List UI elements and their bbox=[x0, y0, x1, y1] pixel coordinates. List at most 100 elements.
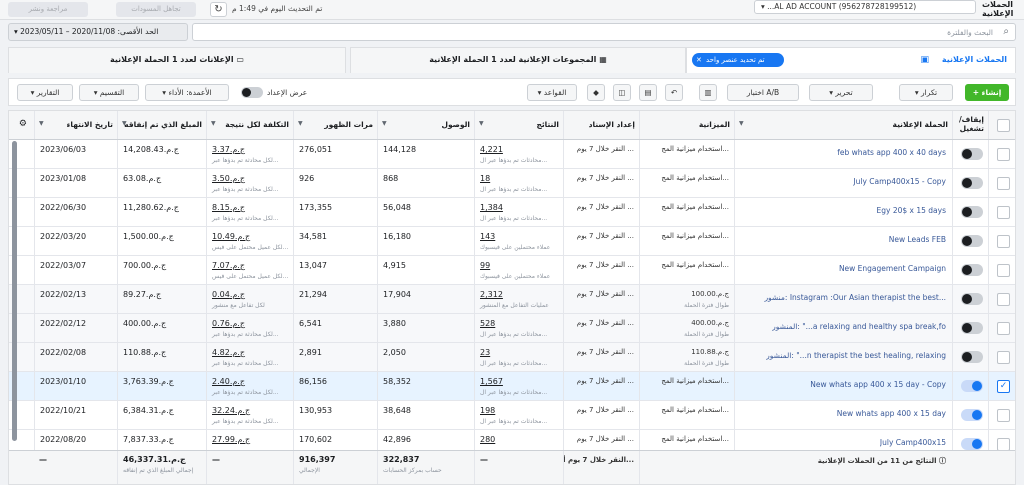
search-input[interactable]: البحث والفلترة ⌕ bbox=[192, 23, 1016, 41]
spent-value[interactable]: ج.م.7,837.33 bbox=[123, 435, 174, 444]
ad-account-selector[interactable]: ▾ ...AL AD ACCOUNT (956278728199512) bbox=[754, 0, 976, 14]
create-button[interactable]: + إنشاء bbox=[965, 84, 1009, 101]
reach-value[interactable]: 58,352 bbox=[383, 377, 411, 386]
campaign-toggle[interactable] bbox=[961, 409, 983, 421]
reach-value[interactable]: 42,896 bbox=[383, 435, 411, 444]
cpr-value[interactable]: ج.م.7.07 bbox=[212, 261, 245, 270]
ends-value[interactable]: 2022/10/21 bbox=[40, 406, 86, 415]
reach-value[interactable]: 3,880 bbox=[383, 319, 406, 328]
campaign-toggle[interactable] bbox=[961, 264, 983, 276]
campaign-name-link[interactable]: Egy 20$ x 15 days bbox=[877, 206, 946, 215]
campaign-toggle[interactable] bbox=[961, 235, 983, 247]
results-value[interactable]: 143 bbox=[480, 232, 495, 241]
ends-value[interactable]: 2023/01/10 bbox=[40, 377, 86, 386]
spent-value[interactable]: ج.م.3,763.39 bbox=[123, 377, 174, 386]
table-row[interactable]: 2022/10/21 ج.م.6,384.31 ج.م.32.24 لكل محادث… bbox=[9, 401, 1015, 430]
rules-button[interactable]: ▾ القواعد bbox=[527, 84, 577, 101]
cpr-value[interactable]: ج.م.32.24 bbox=[212, 406, 250, 415]
row-checkbox[interactable] bbox=[997, 177, 1010, 190]
discard-drafts-button[interactable]: تجاهل المسودات bbox=[116, 2, 196, 17]
header-reach[interactable]: ▼ الوصول bbox=[377, 111, 474, 139]
undo-icon[interactable]: ↶ bbox=[665, 84, 683, 101]
results-value[interactable]: 99 bbox=[480, 261, 490, 270]
results-value[interactable]: 1,567 bbox=[480, 377, 503, 386]
impr-value[interactable]: 6,541 bbox=[299, 319, 322, 328]
header-campaign[interactable]: ▼ الحملة الإعلانية bbox=[734, 111, 952, 139]
campaign-toggle[interactable] bbox=[961, 380, 983, 392]
results-value[interactable]: 528 bbox=[480, 319, 495, 328]
delete-icon[interactable]: ▤ bbox=[639, 84, 657, 101]
review-publish-button[interactable]: مراجعة ونشر bbox=[8, 2, 88, 17]
campaign-name-link[interactable]: New Engagement Campaign bbox=[839, 264, 946, 273]
ends-value[interactable]: 2022/03/20 bbox=[40, 232, 86, 241]
cpr-value[interactable]: ج.م.27.99 bbox=[212, 435, 250, 444]
reach-value[interactable]: 17,904 bbox=[383, 290, 411, 299]
setup-view-toggle[interactable] bbox=[241, 87, 263, 98]
impr-value[interactable]: 170,602 bbox=[299, 435, 332, 444]
spent-value[interactable]: ج.م.700.00 bbox=[123, 261, 166, 270]
ends-value[interactable]: 2022/06/30 bbox=[40, 203, 86, 212]
spent-value[interactable]: ج.م.110.88 bbox=[123, 348, 166, 357]
impr-value[interactable]: 276,051 bbox=[299, 145, 332, 154]
table-row[interactable]: 2022/02/13 ج.م.89.27 ج.م.0.04 لكل تفاعل مع … bbox=[9, 285, 1015, 314]
campaign-toggle[interactable] bbox=[961, 148, 983, 160]
table-row[interactable]: 2022/02/08 ج.م.110.88 ج.م.4.82 لكل محادثة ت… bbox=[9, 343, 1015, 372]
ends-value[interactable]: 2022/02/08 bbox=[40, 348, 86, 357]
impr-value[interactable]: 2,891 bbox=[299, 348, 322, 357]
campaign-name-link[interactable]: المنشور: "...n therapist the best healin… bbox=[766, 351, 946, 360]
row-checkbox[interactable] bbox=[997, 322, 1010, 335]
row-checkbox[interactable]: ✓ bbox=[997, 380, 1010, 393]
close-icon[interactable]: ✕ bbox=[696, 53, 702, 67]
cpr-value[interactable]: ج.م.3.37 bbox=[212, 145, 245, 154]
table-row[interactable]: 2022/03/20 ج.م.1,500.00 ج.م.10.49 لكل عميل … bbox=[9, 227, 1015, 256]
duplicate-button[interactable]: ▾ تكرار bbox=[899, 84, 953, 101]
ends-value[interactable]: 2023/06/03 bbox=[40, 145, 86, 154]
header-toggle[interactable]: إيقاف/ تشغيل bbox=[952, 111, 988, 139]
impr-value[interactable]: 926 bbox=[299, 174, 314, 183]
header-budget[interactable]: الميزانية bbox=[639, 111, 734, 139]
cpr-value[interactable]: ج.م.10.49 bbox=[212, 232, 250, 241]
campaign-name-link[interactable]: New whats app 400 x 15 day - Copy bbox=[810, 380, 946, 389]
table-row[interactable]: 2022/02/12 ج.م.400.00 ج.م.0.76 لكل محادثة ت… bbox=[9, 314, 1015, 343]
campaign-toggle[interactable] bbox=[961, 322, 983, 334]
export-icon[interactable]: ▥ bbox=[699, 84, 717, 101]
results-value[interactable]: 18 bbox=[480, 174, 490, 183]
campaign-name-link[interactable]: New Leads FEB bbox=[889, 235, 946, 244]
header-ends[interactable]: ▼ تاريخ الانتهاء bbox=[34, 111, 117, 139]
table-row[interactable]: 2023/06/03 ج.م.14,208.43 ج.م.3.37 لكل محادث… bbox=[9, 140, 1015, 169]
campaign-toggle[interactable] bbox=[961, 438, 983, 450]
ends-value[interactable]: 2022/08/20 bbox=[40, 435, 86, 444]
reach-value[interactable]: 38,648 bbox=[383, 406, 411, 415]
cpr-value[interactable]: ج.م.0.76 bbox=[212, 319, 245, 328]
table-row[interactable]: 2022/03/07 ج.م.700.00 ج.م.7.07 لكل عميل محت… bbox=[9, 256, 1015, 285]
results-value[interactable]: 4,221 bbox=[480, 145, 503, 154]
row-checkbox[interactable] bbox=[997, 409, 1010, 422]
edit-button[interactable]: ▾ تحرير bbox=[809, 84, 873, 101]
row-checkbox[interactable] bbox=[997, 148, 1010, 161]
reach-value[interactable]: 56,048 bbox=[383, 203, 411, 212]
tag-icon[interactable]: ◆ bbox=[587, 84, 605, 101]
scrollbar[interactable] bbox=[12, 141, 17, 441]
reach-value[interactable]: 4,915 bbox=[383, 261, 406, 270]
reach-value[interactable]: 144,128 bbox=[383, 145, 416, 154]
row-checkbox[interactable] bbox=[997, 293, 1010, 306]
impr-value[interactable]: 130,953 bbox=[299, 406, 332, 415]
header-cost-per-result[interactable]: ▼ التكلفة لكل نتيجة bbox=[206, 111, 293, 139]
cpr-value[interactable]: ج.م.8.15 bbox=[212, 203, 245, 212]
select-all-checkbox[interactable] bbox=[997, 119, 1010, 132]
row-checkbox[interactable] bbox=[997, 351, 1010, 364]
refresh-icon[interactable]: ↻ bbox=[210, 2, 227, 17]
impr-value[interactable]: 34,581 bbox=[299, 232, 327, 241]
cpr-value[interactable]: ج.م.4.82 bbox=[212, 348, 245, 357]
impr-value[interactable]: 86,156 bbox=[299, 377, 327, 386]
tab-adsets[interactable]: المجموعات الإعلانية لعدد 1 الحملة الإعلا… bbox=[350, 47, 686, 73]
spent-value[interactable]: ج.م.1,500.00 bbox=[123, 232, 174, 241]
table-row[interactable]: 2023/01/08 ج.م.63.08 ج.م.3.50 لكل محادثة تم… bbox=[9, 169, 1015, 198]
date-range-picker[interactable]: ▾ 2023/05/11 – 2020/11/08 :الحد الأقصى bbox=[8, 23, 188, 41]
reports-button[interactable]: ▾ التقارير bbox=[17, 84, 73, 101]
cpr-value[interactable]: ج.م.2.40 bbox=[212, 377, 245, 386]
results-value[interactable]: 2,312 bbox=[480, 290, 503, 299]
header-impressions[interactable]: ▼ مرات الظهور bbox=[293, 111, 377, 139]
preview-icon[interactable]: ◫ bbox=[613, 84, 631, 101]
table-row[interactable]: 2023/01/10 ج.م.3,763.39 ج.م.2.40 لكل محادثة… bbox=[9, 372, 1015, 401]
